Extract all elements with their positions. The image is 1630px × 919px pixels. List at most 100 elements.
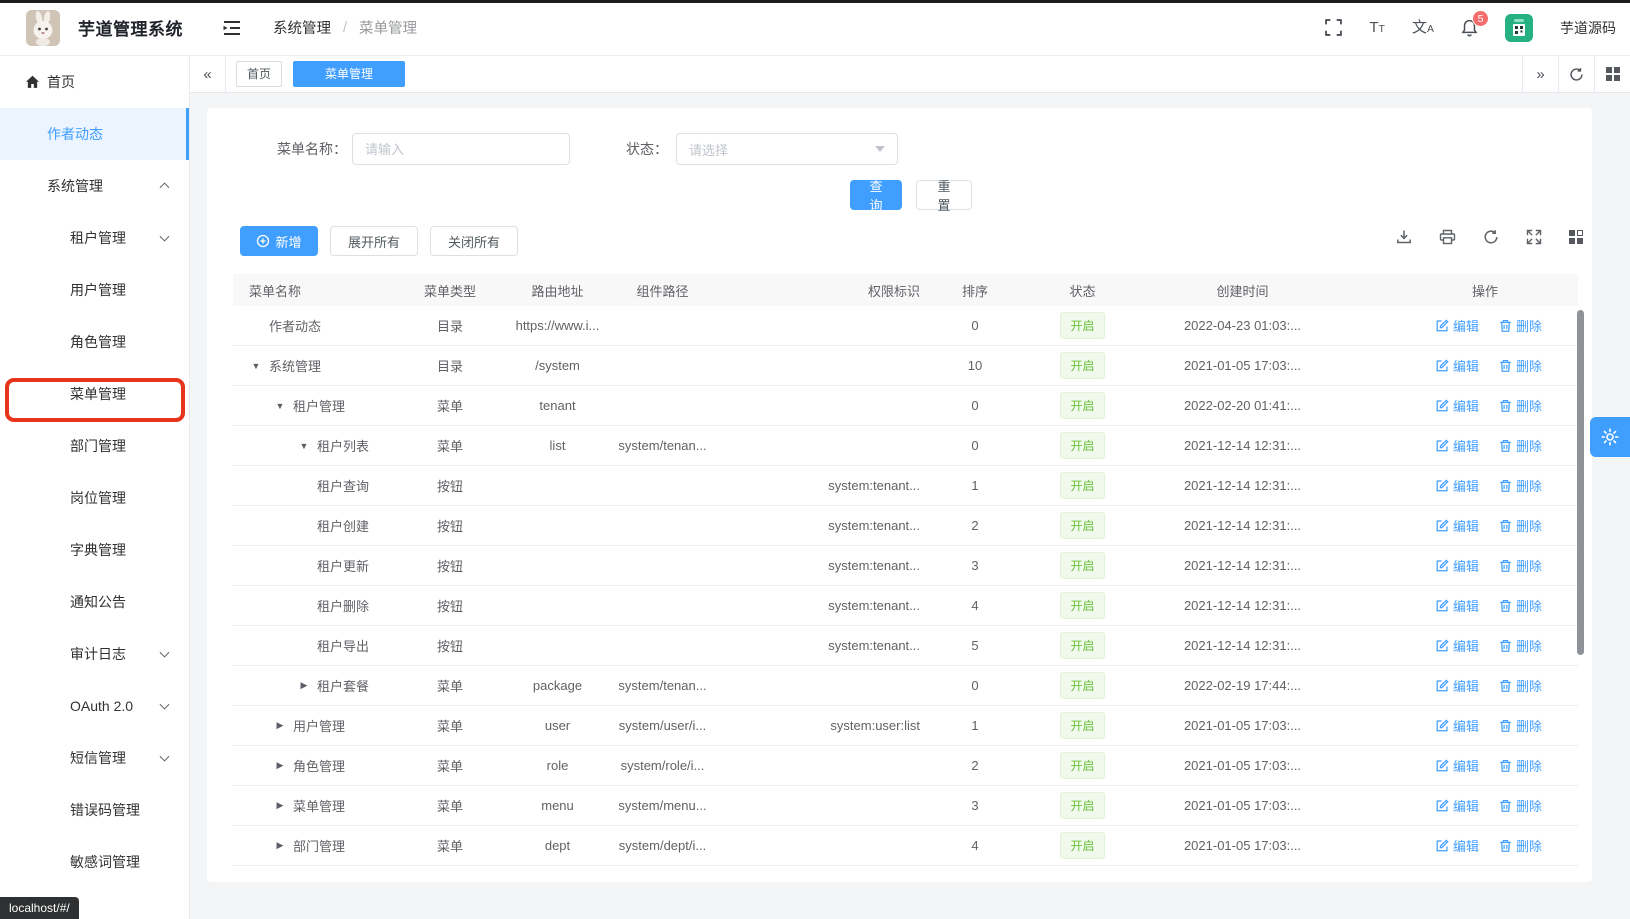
sidebar-fold-icon[interactable] — [221, 18, 243, 38]
cell-menu-type: 按钮 — [390, 476, 510, 495]
menu-name-input[interactable] — [352, 133, 570, 165]
sidebar-item[interactable]: 租户管理 — [0, 212, 189, 264]
expand-arrow-icon[interactable]: ▶ — [267, 720, 293, 731]
table-row: 租户查询 按钮 system:tenant... 1 开启 2021-12-14… — [233, 466, 1578, 506]
table-row: ▶ 用户管理 菜单 user system/user/i... system:u… — [233, 706, 1578, 746]
sidebar-item[interactable]: 错误码管理 — [0, 784, 189, 836]
delete-button[interactable]: 删除 — [1499, 596, 1542, 615]
fullscreen-icon[interactable] — [1325, 19, 1342, 36]
sidebar-item[interactable]: 字典管理 — [0, 524, 189, 576]
tab-layout-grid-icon[interactable] — [1594, 56, 1630, 92]
delete-button[interactable]: 删除 — [1499, 316, 1542, 335]
delete-button[interactable]: 删除 — [1499, 436, 1542, 455]
edit-button[interactable]: 编辑 — [1436, 356, 1479, 375]
delete-button[interactable]: 删除 — [1499, 556, 1542, 575]
notifications-bell-icon[interactable]: 5 — [1461, 19, 1478, 37]
refresh-icon[interactable] — [1483, 229, 1499, 245]
cell-created: 2021-01-05 17:03:... — [1150, 358, 1335, 373]
tree-indent — [233, 645, 291, 646]
breadcrumb-parent[interactable]: 系统管理 — [273, 17, 331, 38]
delete-button[interactable]: 删除 — [1499, 516, 1542, 535]
delete-button[interactable]: 删除 — [1499, 756, 1542, 775]
sidebar-item[interactable]: 系统管理 — [0, 160, 189, 212]
sidebar-item[interactable]: 通知公告 — [0, 576, 189, 628]
delete-button[interactable]: 删除 — [1499, 636, 1542, 655]
sidebar-item[interactable]: 部门管理 — [0, 420, 189, 472]
delete-button[interactable]: 删除 — [1499, 716, 1542, 735]
edit-button-label: 编辑 — [1453, 316, 1479, 335]
sidebar-item[interactable]: 角色管理 — [0, 316, 189, 368]
edit-button[interactable]: 编辑 — [1436, 396, 1479, 415]
expand-arrow-icon[interactable]: ▼ — [267, 401, 293, 411]
delete-button[interactable]: 删除 — [1499, 396, 1542, 415]
fullscreen-table-icon[interactable] — [1526, 229, 1542, 245]
column-header: 权限标识 — [720, 281, 935, 300]
trash-icon — [1499, 839, 1512, 853]
sidebar-item[interactable]: 敏感词管理 — [0, 836, 189, 888]
delete-button[interactable]: 删除 — [1499, 476, 1542, 495]
language-icon[interactable]: 文A — [1412, 20, 1434, 35]
status-badge: 开启 — [1060, 752, 1104, 779]
tabs-scroll-left-icon[interactable]: « — [190, 56, 226, 92]
tab-refresh-icon[interactable] — [1558, 56, 1594, 92]
delete-button-label: 删除 — [1516, 716, 1542, 735]
expand-arrow-icon[interactable]: ▶ — [267, 800, 293, 811]
edit-button[interactable]: 编辑 — [1436, 516, 1479, 535]
sidebar-item[interactable]: 作者动态 — [0, 108, 189, 160]
edit-button[interactable]: 编辑 — [1436, 796, 1479, 815]
add-button[interactable]: 新增 — [240, 226, 318, 256]
username[interactable]: 芋道源码 — [1560, 18, 1616, 38]
tab[interactable]: 首页 — [236, 61, 282, 87]
sidebar-item[interactable]: OAuth 2.0 — [0, 680, 189, 732]
delete-button[interactable]: 删除 — [1499, 796, 1542, 815]
sidebar-item[interactable]: 菜单管理 — [0, 368, 189, 420]
edit-button[interactable]: 编辑 — [1436, 556, 1479, 575]
reset-button[interactable]: 重置 — [916, 180, 972, 210]
expand-all-button[interactable]: 展开所有 — [330, 226, 418, 256]
edit-button[interactable]: 编辑 — [1436, 596, 1479, 615]
edit-button[interactable]: 编辑 — [1436, 636, 1479, 655]
delete-button-label: 删除 — [1516, 836, 1542, 855]
delete-button[interactable]: 删除 — [1499, 836, 1542, 855]
column-settings-icon[interactable] — [1569, 230, 1583, 244]
edit-button[interactable]: 编辑 — [1436, 756, 1479, 775]
edit-button[interactable]: 编辑 — [1436, 716, 1479, 735]
tabs-scroll-right-icon[interactable]: » — [1522, 56, 1558, 92]
sidebar-item[interactable]: 首页 — [0, 56, 189, 108]
print-icon[interactable] — [1439, 229, 1456, 245]
menu-name-label: 菜单名称： — [247, 133, 347, 165]
edit-button[interactable]: 编辑 — [1436, 316, 1479, 335]
tree-indent — [233, 525, 291, 526]
cell-component: system/menu... — [605, 798, 720, 813]
table-scrollbar[interactable] — [1577, 310, 1584, 655]
cell-status: 开启 — [1015, 512, 1150, 539]
edit-button[interactable]: 编辑 — [1436, 436, 1479, 455]
edit-button[interactable]: 编辑 — [1436, 676, 1479, 695]
expand-arrow-icon[interactable]: ▼ — [243, 361, 269, 371]
collapse-all-button[interactable]: 关闭所有 — [430, 226, 518, 256]
expand-arrow-icon[interactable]: ▶ — [267, 840, 293, 851]
delete-button[interactable]: 删除 — [1499, 356, 1542, 375]
download-icon[interactable] — [1396, 229, 1412, 245]
edit-button[interactable]: 编辑 — [1436, 836, 1479, 855]
trash-icon — [1499, 599, 1512, 613]
expand-arrow-icon[interactable]: ▶ — [267, 760, 293, 771]
edit-button[interactable]: 编辑 — [1436, 476, 1479, 495]
expand-arrow-icon[interactable]: ▼ — [291, 441, 317, 451]
font-size-icon[interactable]: TT — [1369, 20, 1385, 35]
sidebar-item[interactable]: 短信管理 — [0, 732, 189, 784]
status-select[interactable]: 请选择 — [676, 133, 898, 165]
theme-settings-button[interactable] — [1590, 417, 1630, 457]
content-card: 菜单名称： 状态： 请选择 查询 重置 新增 展开所有 关闭所有 — [207, 108, 1592, 882]
expand-arrow-icon[interactable]: ▶ — [291, 680, 317, 691]
sidebar-item-label: 字典管理 — [70, 540, 126, 560]
status-badge: 开启 — [1060, 312, 1104, 339]
edit-button-label: 编辑 — [1453, 636, 1479, 655]
user-avatar[interactable] — [1505, 14, 1533, 42]
tab[interactable]: 菜单管理 — [293, 61, 405, 87]
search-button[interactable]: 查询 — [850, 180, 902, 210]
sidebar-item[interactable]: 岗位管理 — [0, 472, 189, 524]
delete-button[interactable]: 删除 — [1499, 676, 1542, 695]
sidebar-item[interactable]: 审计日志 — [0, 628, 189, 680]
sidebar-item[interactable]: 用户管理 — [0, 264, 189, 316]
